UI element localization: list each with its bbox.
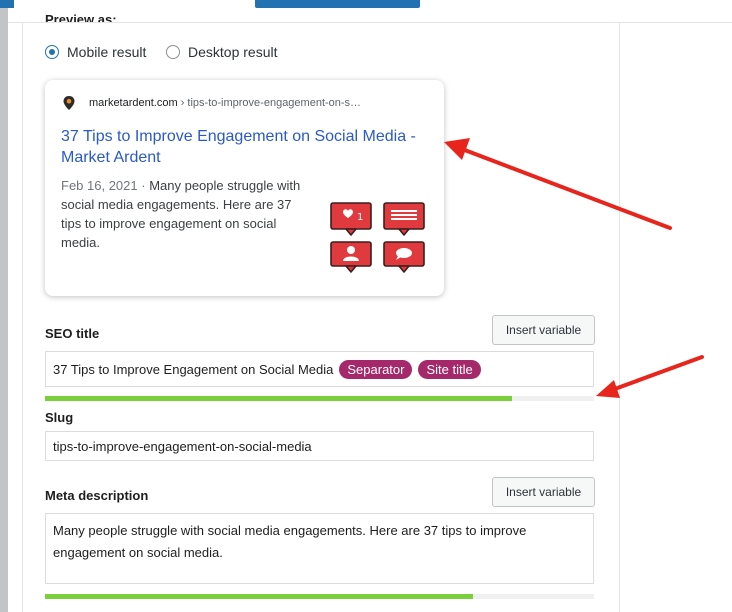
snippet-path: › tips-to-improve-engagement-on-s…	[177, 97, 362, 109]
meta-description-insert-variable-button[interactable]: Insert variable	[492, 477, 595, 507]
seo-title-label: SEO title	[45, 326, 100, 341]
site-favicon-icon	[63, 96, 75, 110]
toolbar-button-left[interactable]	[0, 0, 14, 8]
seo-title-insert-variable-button[interactable]: Insert variable	[492, 315, 595, 345]
desktop-result-radio[interactable]: Desktop result	[166, 43, 277, 61]
meta-description-length-progress	[45, 594, 594, 599]
meta-description-label: Meta description	[45, 488, 149, 503]
preview-as-label: Preview as:	[45, 12, 117, 22]
comment-notification-icon	[383, 241, 425, 273]
heart-notification-icon: 1	[330, 202, 372, 236]
toolbar-primary-button[interactable]	[255, 0, 420, 8]
panel-left-divider	[22, 22, 23, 612]
follower-notification-icon	[330, 241, 372, 273]
desktop-result-label: Desktop result	[188, 44, 278, 60]
radio-checked-icon[interactable]	[45, 45, 59, 59]
arrow-to-seo-progress-icon	[596, 355, 704, 398]
meta-description-progress-fill	[45, 594, 474, 599]
snippet-preview-card: marketardent.com › tips-to-improve-engag…	[45, 80, 444, 296]
mobile-result-label: Mobile result	[67, 44, 147, 60]
slug-input[interactable]: tips-to-improve-engagement-on-social-med…	[45, 431, 594, 461]
snippet-site: marketardent.com	[89, 97, 178, 109]
seo-title-input[interactable]: 37 Tips to Improve Engagement on Social …	[45, 351, 594, 387]
slug-text: tips-to-improve-engagement-on-social-med…	[53, 438, 312, 454]
social-notifications-thumbnail: 1	[330, 202, 425, 273]
site-title-variable-pill[interactable]: Site title	[418, 359, 481, 379]
snippet-date-separator: ·	[137, 178, 150, 193]
snippet-date: Feb 16, 2021	[61, 178, 138, 193]
seo-title-length-progress	[45, 396, 594, 401]
left-scroll-edge	[0, 8, 8, 612]
seo-title-text: 37 Tips to Improve Engagement on Social …	[53, 361, 334, 377]
meta-description-textarea[interactable]: Many people struggle with social media e…	[45, 513, 594, 584]
slug-label: Slug	[45, 410, 74, 425]
meta-description-text: Many people struggle with social media e…	[53, 523, 527, 560]
message-notification-icon	[383, 202, 425, 236]
snippet-title-link[interactable]: 37 Tips to Improve Engagement on Social …	[61, 126, 431, 168]
seo-title-progress-fill	[45, 396, 512, 401]
panel-right-divider	[619, 22, 620, 612]
separator-variable-pill[interactable]: Separator	[339, 359, 413, 379]
snippet-breadcrumb: marketardent.com › tips-to-improve-engag…	[89, 97, 361, 109]
snippet-description: Feb 16, 2021 · Many people struggle with…	[61, 176, 306, 252]
svg-text:1: 1	[357, 212, 363, 223]
radio-unchecked-icon[interactable]	[166, 45, 180, 59]
mobile-result-radio[interactable]: Mobile result	[45, 43, 146, 61]
arrow-to-snippet-title-icon	[444, 138, 672, 230]
